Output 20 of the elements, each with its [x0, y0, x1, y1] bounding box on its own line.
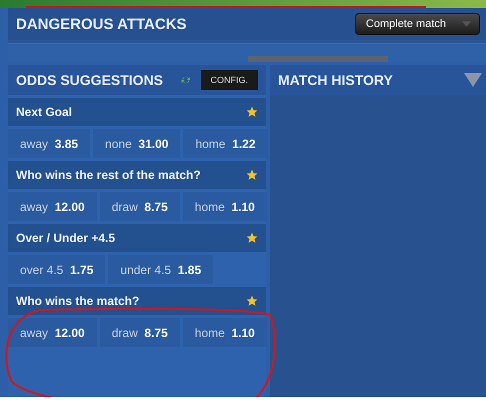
- odds-button[interactable]: over 4.5 1.75: [8, 255, 106, 284]
- odds-button[interactable]: draw 8.75: [100, 318, 180, 347]
- market-title: Who wins the rest of the match?: [16, 168, 201, 182]
- config-button[interactable]: CONFIG.: [200, 70, 258, 90]
- odds-button[interactable]: home 1.10: [182, 192, 267, 221]
- odds-button[interactable]: away 3.85: [8, 129, 90, 158]
- period-dropdown[interactable]: Complete match: [354, 13, 480, 35]
- odds-button[interactable]: none 31.00: [93, 129, 180, 158]
- market-title: Next Goal: [16, 105, 72, 119]
- panel-title: MATCH HISTORY: [278, 72, 393, 88]
- panel-title: ODDS SUGGESTIONS: [16, 72, 164, 88]
- panel-title: DANGEROUS ATTACKS: [16, 16, 187, 32]
- market-title: Who wins the match?: [16, 294, 140, 308]
- market-title: Over / Under +4.5: [16, 231, 116, 245]
- odds-button[interactable]: draw 8.75: [100, 192, 180, 221]
- odds-button[interactable]: away 12.00: [8, 318, 97, 347]
- odds-button[interactable]: home 1.22: [183, 129, 268, 158]
- odds-button[interactable]: away 12.00: [8, 192, 97, 221]
- odds-button[interactable]: under 4.5 1.85: [108, 255, 214, 284]
- odds-button[interactable]: home 1.10: [182, 318, 267, 347]
